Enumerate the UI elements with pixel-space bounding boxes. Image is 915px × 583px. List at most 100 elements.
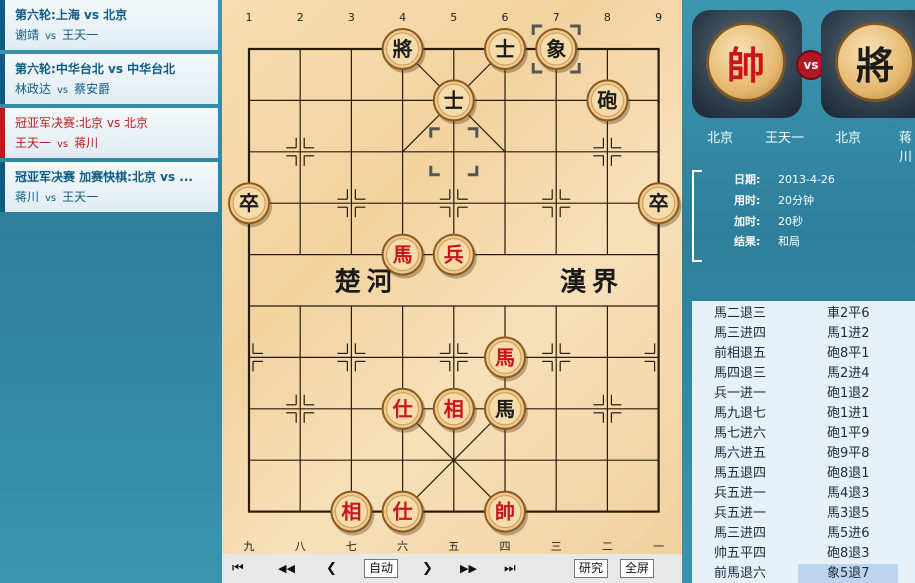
- move-red[interactable]: 馬五退四: [714, 464, 766, 484]
- match-item[interactable]: 第六轮:上海 vs 北京 谢靖 vs 王天一: [0, 0, 218, 50]
- piece-red[interactable]: 仕: [381, 490, 426, 536]
- fast-forward-icon[interactable]: ▶▶: [460, 558, 477, 579]
- match-round: 第六轮:: [15, 8, 56, 22]
- move-red[interactable]: 兵五进一: [714, 504, 766, 524]
- players-panel: 帥 vs 將 北京 王天一 北京 蒋川: [692, 10, 915, 165]
- move-black[interactable]: 馬4退3: [827, 484, 870, 504]
- piece-label: 仕: [392, 500, 413, 524]
- fullscreen-button[interactable]: 全屏: [620, 559, 655, 578]
- red-king-icon: 帥: [706, 22, 786, 102]
- piece-black[interactable]: 士: [432, 79, 477, 125]
- match-player-2: 蒋川: [74, 136, 99, 150]
- piece-black[interactable]: 卒: [228, 182, 272, 228]
- last-move-from-marker: [467, 127, 479, 138]
- black-player-team: 北京: [835, 131, 862, 146]
- file-number-top: 1: [246, 11, 253, 24]
- move-black[interactable]: 砲9平8: [827, 444, 870, 464]
- piece-black[interactable]: 將: [381, 28, 426, 73]
- match-player-1: 林政达: [15, 82, 52, 96]
- piece-red[interactable]: 兵: [432, 233, 477, 279]
- piece-red[interactable]: 馬: [484, 336, 528, 382]
- move-red[interactable]: 前馬退六: [714, 564, 766, 583]
- move-black[interactable]: 馬3退5: [827, 504, 870, 524]
- move-black[interactable]: 砲8平1: [827, 344, 870, 364]
- move-red[interactable]: 馬二退三: [714, 304, 766, 324]
- match-players: 林政达 vs 蔡安爵: [15, 79, 218, 99]
- file-number-top: 7: [553, 11, 560, 24]
- forward-icon[interactable]: ❯: [422, 558, 433, 579]
- move-black[interactable]: 馬5进6: [827, 524, 870, 544]
- match-player-2: 王天一: [62, 190, 99, 204]
- piece-label: 象: [546, 37, 566, 61]
- move-red[interactable]: 前相退五: [714, 344, 766, 364]
- move-black[interactable]: 馬2进4: [827, 364, 870, 384]
- move-black[interactable]: 砲1进1: [827, 404, 870, 424]
- move-red[interactable]: 馬九退七: [714, 404, 766, 424]
- result-value: 和局: [778, 235, 800, 248]
- move-red[interactable]: 帅五平四: [714, 544, 766, 564]
- match-teams: 北京 vs ...: [131, 170, 193, 184]
- match-round: 第六轮:: [15, 62, 56, 76]
- match-list: 第六轮:上海 vs 北京 谢靖 vs 王天一 第六轮:中华台北 vs 中华台北 林政达 vs…: [0, 0, 218, 216]
- move-black-current[interactable]: 象5退7: [798, 564, 898, 583]
- first-move-icon[interactable]: ⏮: [232, 558, 244, 579]
- move-red[interactable]: 馬六进五: [714, 444, 766, 464]
- move-black[interactable]: 砲8退1: [827, 464, 870, 484]
- move-red[interactable]: 馬三进四: [714, 324, 766, 344]
- auto-play-button[interactable]: 自动: [364, 559, 399, 578]
- match-player-1: 王天一: [15, 136, 52, 150]
- piece-black[interactable]: 士: [484, 28, 528, 73]
- fast-back-icon[interactable]: ◀◀: [278, 558, 295, 579]
- match-teams: 中华台北 vs 中华台北: [55, 62, 176, 76]
- red-player-avatar: 帥: [692, 10, 802, 118]
- piece-red[interactable]: 相: [432, 387, 477, 433]
- red-player-team: 北京: [707, 131, 734, 146]
- research-button[interactable]: 研究: [574, 559, 609, 578]
- match-player-1: 蒋川: [15, 190, 40, 204]
- move-black[interactable]: 砲1平9: [827, 424, 870, 444]
- result-label: 结果:: [734, 235, 761, 248]
- match-item[interactable]: 冠亚军决赛 加赛快棋:北京 vs ... 蒋川 vs 王天一: [0, 162, 218, 212]
- move-red[interactable]: 兵一进一: [714, 384, 766, 404]
- match-title: 第六轮:上海 vs 北京: [15, 5, 213, 25]
- match-teams: 上海 vs 北京: [55, 8, 128, 22]
- move-black[interactable]: 砲8退3: [827, 544, 870, 564]
- board-svg[interactable]: 1 2 3 4 5 6 7 8 9九八七六五四三二一楚河 漢界將士象士 砲卒 卒馬 兵馬仕相馬相仕帥: [222, 0, 682, 554]
- piece-black[interactable]: 象: [535, 28, 580, 73]
- black-player-name: 蒋川: [899, 131, 913, 165]
- river-right-text: 漢界: [560, 267, 624, 297]
- move-black[interactable]: 車2平6: [827, 304, 870, 324]
- piece-label: 卒: [239, 191, 259, 215]
- move-red[interactable]: 馬三进四: [714, 524, 766, 544]
- move-list[interactable]: 馬二退三 車2平6 馬三进四 馬1进2 前相退五 砲8平1 馬四退三 馬2进4 兵一进一 砲1退2…: [692, 301, 915, 583]
- xiangqi-board[interactable]: 1 2 3 4 5 6 7 8 9 九八七六五四三二一楚河 漢界將士象士砲卒卒馬兵馬仕相馬相仕帥 ⏮…: [222, 0, 682, 583]
- match-round: 冠亚军决赛:: [15, 116, 80, 130]
- file-number-bottom: 六: [397, 540, 408, 553]
- match-vs: vs: [57, 85, 69, 96]
- piece-black[interactable]: 砲: [586, 79, 631, 125]
- match-players: 王天一 vs 蒋川: [15, 133, 218, 153]
- piece-red[interactable]: 相: [330, 490, 375, 536]
- piece-black[interactable]: 馬: [484, 387, 528, 433]
- match-round: 冠亚军决赛 加赛快棋:: [15, 170, 132, 184]
- match-players: 谢靖 vs 王天一: [15, 25, 218, 45]
- back-icon[interactable]: ❮: [326, 558, 337, 579]
- move-black[interactable]: 砲1退2: [827, 384, 870, 404]
- file-number-bottom: 二: [602, 540, 613, 553]
- increment-value: 20秒: [778, 215, 803, 228]
- file-number-bottom: 八: [295, 540, 306, 553]
- match-item[interactable]: 第六轮:中华台北 vs 中华台北 林政达 vs 蔡安爵: [0, 54, 218, 104]
- piece-red[interactable]: 帥: [484, 490, 528, 536]
- file-number-top: 8: [604, 11, 611, 24]
- last-move-icon[interactable]: ⏭: [504, 558, 516, 579]
- match-vs: vs: [45, 193, 57, 204]
- increment-label: 加时:: [734, 215, 761, 228]
- piece-red[interactable]: 仕: [381, 387, 426, 433]
- file-number-top: 5: [450, 11, 457, 24]
- piece-black[interactable]: 卒: [637, 182, 682, 228]
- move-black[interactable]: 馬1进2: [827, 324, 870, 344]
- move-red[interactable]: 馬四退三: [714, 364, 766, 384]
- move-red[interactable]: 馬七进六: [714, 424, 766, 444]
- match-item[interactable]: 冠亚军决赛:北京 vs 北京 王天一 vs 蒋川: [0, 108, 218, 158]
- move-red[interactable]: 兵五进一: [714, 484, 766, 504]
